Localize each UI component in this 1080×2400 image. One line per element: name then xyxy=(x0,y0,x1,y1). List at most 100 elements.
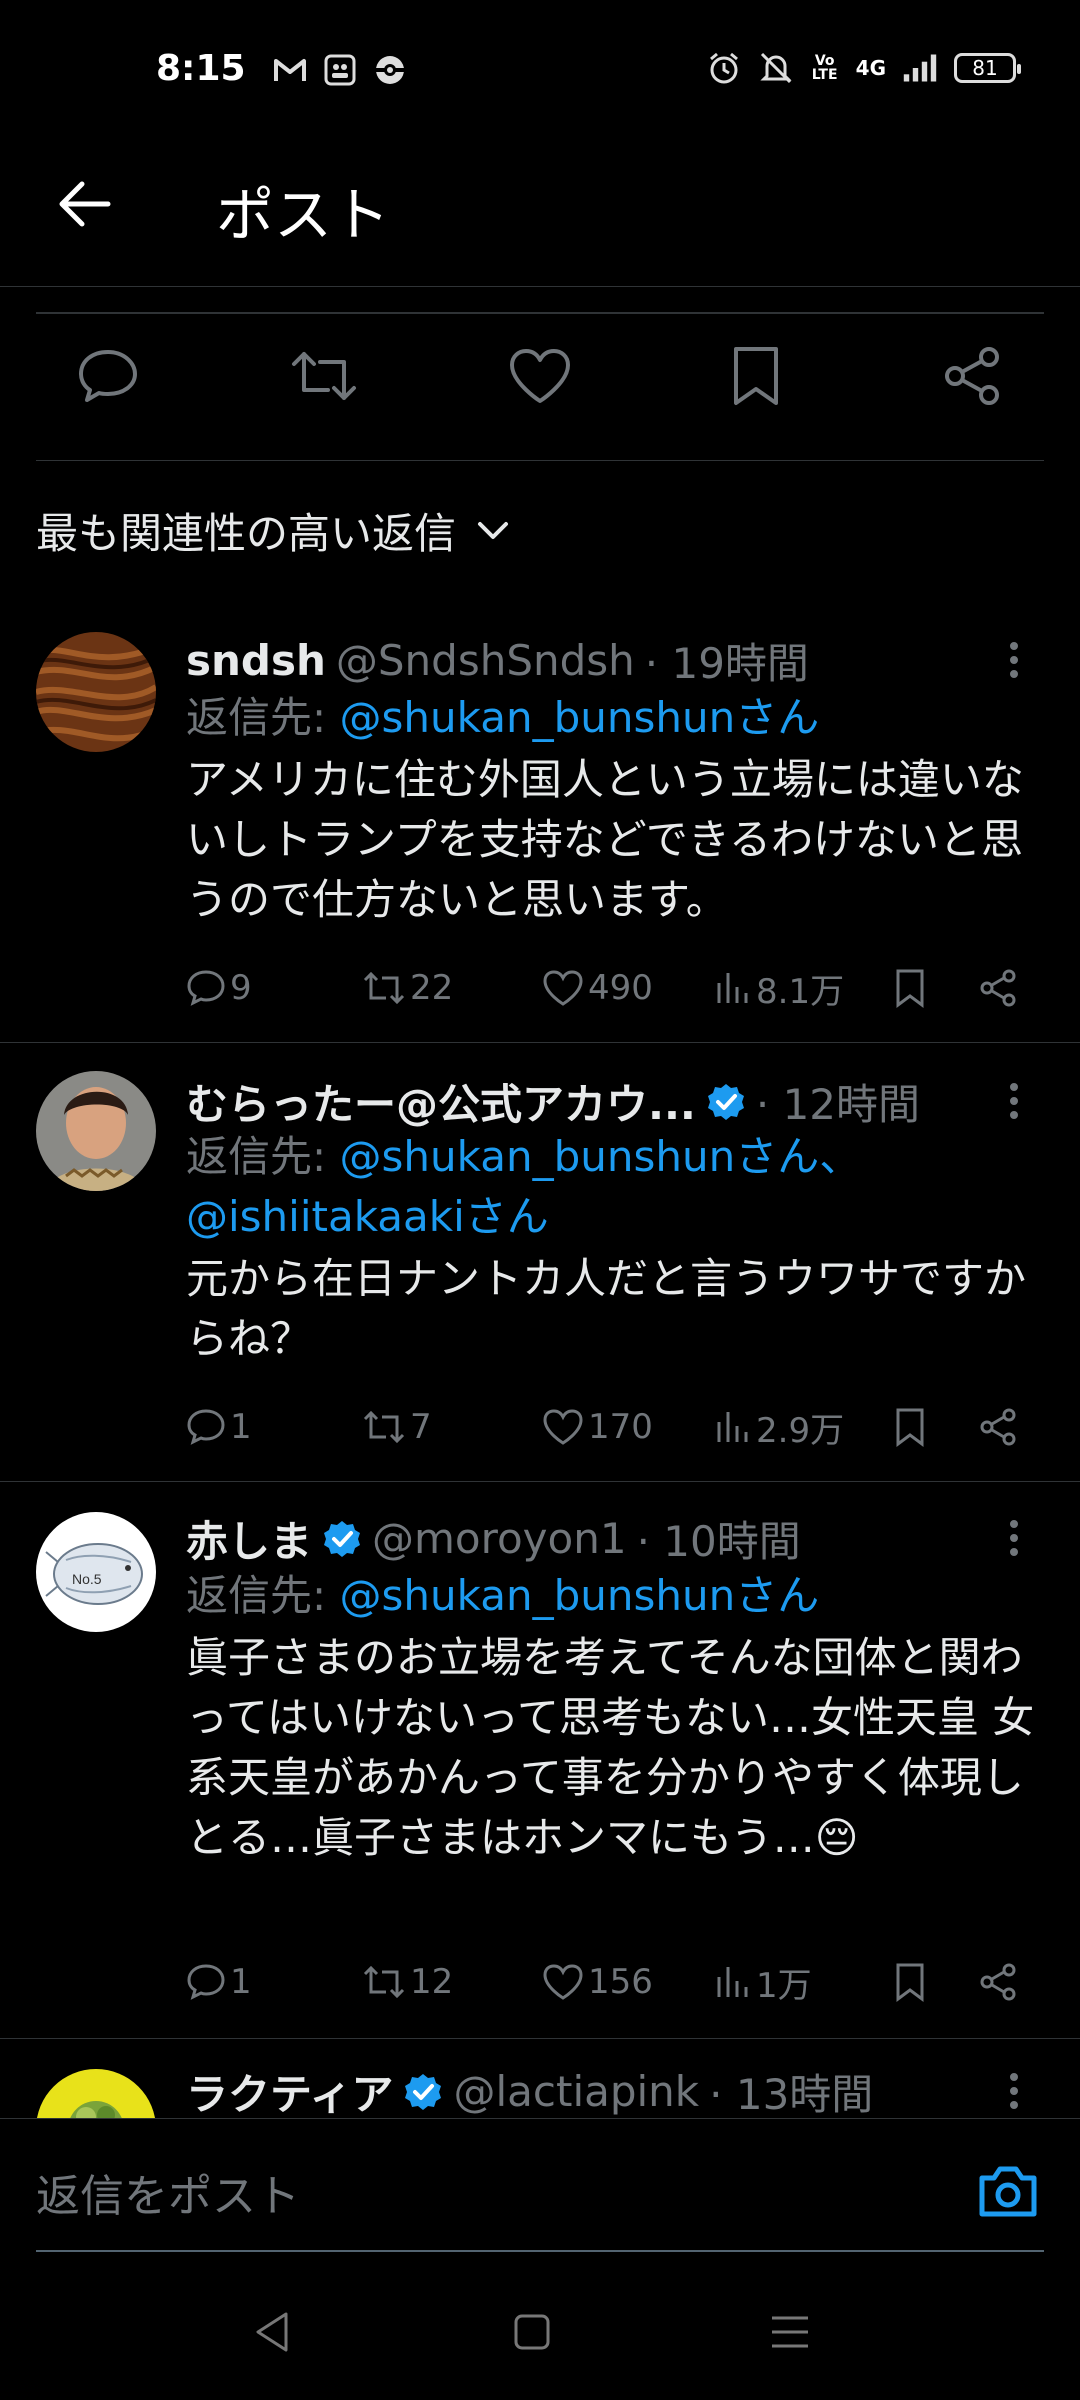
share-button[interactable] xyxy=(978,1407,1018,1447)
like-count-button[interactable]: 170 xyxy=(542,1407,714,1447)
reply-count-button[interactable]: 1 xyxy=(186,1962,362,2002)
like-icon xyxy=(543,1409,583,1445)
retweet-icon xyxy=(292,352,356,400)
view-count-button[interactable]: 8.1万 xyxy=(714,964,894,1013)
reply-count: 1 xyxy=(230,1962,252,2002)
reply-to-line: 返信先: @shukan_bunshunさん xyxy=(186,688,1046,748)
like-count-button[interactable]: 490 xyxy=(542,968,714,1008)
display-name[interactable]: 赤しま xyxy=(186,1508,312,1569)
camera-button[interactable] xyxy=(976,2162,1040,2222)
retweet-button[interactable] xyxy=(288,340,360,412)
reply-input[interactable]: 返信をポスト xyxy=(36,2160,300,2224)
more-vertical-icon xyxy=(1010,2073,1018,2109)
share-button[interactable] xyxy=(936,340,1008,412)
nav-menu-button[interactable] xyxy=(758,2300,822,2364)
retweet-icon xyxy=(363,971,405,1005)
reply-button[interactable] xyxy=(72,340,144,412)
verified-badge-icon xyxy=(706,1082,746,1122)
reply-item[interactable]: sndsh @SndshSndsh · 19時間 返信先: @shukan_bu… xyxy=(0,600,1080,1043)
retweet-count-button[interactable]: 22 xyxy=(362,968,542,1008)
view-count-button[interactable]: 1万 xyxy=(714,1958,894,2007)
views-icon xyxy=(717,1967,748,1997)
like-count-button[interactable]: 156 xyxy=(542,1962,714,2002)
view-count-button[interactable]: 2.9万 xyxy=(714,1403,894,1452)
avatar[interactable] xyxy=(36,632,156,752)
reply-to-link[interactable]: @shukan_bunshunさん、 xyxy=(340,1132,862,1181)
reply-metrics: 1 12 156 1万 xyxy=(186,1952,1026,2012)
volte-icon: Vo LTE xyxy=(811,53,838,83)
avatar[interactable] xyxy=(36,1071,156,1191)
retweet-count-button[interactable]: 12 xyxy=(362,1962,542,2002)
bookmark-button[interactable] xyxy=(720,340,792,412)
retweet-count: 22 xyxy=(410,968,454,1008)
page-title: ポスト xyxy=(216,181,391,249)
views-icon xyxy=(717,1412,748,1442)
display-name[interactable]: むらったー@公式アカウ... xyxy=(186,1071,696,1132)
reply-text: 眞子さまのお立場を考えてそんな団体と関わってはいけないって思考もない…女性天皇 … xyxy=(186,1633,1035,1862)
more-options-button[interactable] xyxy=(994,1071,1034,1131)
bookmark-icon xyxy=(896,1963,924,2002)
reply-to-link[interactable]: @shukan_bunshunさん xyxy=(340,1571,820,1620)
reply-to-prefix: 返信先: xyxy=(186,693,340,742)
back-button[interactable] xyxy=(52,172,116,236)
reply-count: 1 xyxy=(230,1407,252,1447)
reply-to-link[interactable]: @ishiitakaakiさん xyxy=(186,1192,549,1241)
retweet-count-button[interactable]: 7 xyxy=(362,1407,542,1447)
like-count: 170 xyxy=(588,1407,653,1447)
menu-nav-icon xyxy=(772,2316,808,2348)
views-icon xyxy=(717,973,748,1003)
more-options-button[interactable] xyxy=(994,2061,1034,2119)
avatar[interactable] xyxy=(36,2069,156,2119)
bookmark-button[interactable] xyxy=(894,1962,978,2002)
bookmark-icon xyxy=(896,969,924,1008)
reply-sort-label: 最も関連性の高い返信 xyxy=(36,509,457,558)
bookmark-icon xyxy=(896,1408,924,1447)
share-button[interactable] xyxy=(978,1962,1018,2002)
signal-icon xyxy=(902,50,938,86)
reply-sort-dropdown[interactable]: 最も関連性の高い返信 xyxy=(36,500,510,561)
display-name[interactable]: sndsh xyxy=(186,636,326,685)
battery-indicator: 81 xyxy=(954,53,1021,83)
share-button[interactable] xyxy=(978,968,1018,1008)
status-left-icons xyxy=(272,52,408,88)
reply-text: アメリカに住む外国人という立場には違いないしトランプを支持などできるわけないと思… xyxy=(186,755,1024,924)
reply-item[interactable]: No.5 赤しま @moroyon1 · 10時間 返信先: @shukan_b… xyxy=(0,1482,1080,2039)
retweet-icon xyxy=(363,1965,405,1999)
reply-text: 元から在日ナントカ人だと言うウワサですからね？ xyxy=(186,1254,1027,1363)
top-bar xyxy=(0,140,1080,287)
reply-metrics: 9 22 490 8.1万 xyxy=(186,958,1026,1018)
share-icon xyxy=(945,347,999,405)
reply-to-link[interactable]: @shukan_bunshunさん xyxy=(340,693,820,742)
user-handle[interactable]: @moroyon1 xyxy=(372,1514,627,1563)
bookmark-icon xyxy=(734,347,778,405)
reply-count-button[interactable]: 1 xyxy=(186,1407,362,1447)
avatar[interactable]: No.5 xyxy=(36,1512,156,1632)
view-count: 2.9万 xyxy=(756,1410,845,1451)
reply-item[interactable]: むらったー@公式アカウ... · 12時間 返信先: @shukan_bunsh… xyxy=(0,1043,1080,1482)
nav-back-button[interactable] xyxy=(240,2300,304,2364)
post-time: · 19時間 xyxy=(644,639,809,688)
user-handle[interactable]: @SndshSndsh xyxy=(336,636,635,685)
like-button[interactable] xyxy=(504,340,576,412)
like-count: 490 xyxy=(588,968,653,1008)
reply-to-prefix: 返信先: xyxy=(186,1571,340,1620)
status-right-icons: Vo LTE 4G 81 xyxy=(706,50,1021,86)
bookmark-button[interactable] xyxy=(894,1407,978,1447)
input-underline xyxy=(36,2250,1044,2252)
display-name[interactable]: ラクティア xyxy=(186,2061,393,2119)
more-options-button[interactable] xyxy=(994,630,1034,690)
post-time: · 12時間 xyxy=(755,1080,921,1129)
reply-count-button[interactable]: 9 xyxy=(186,968,362,1008)
share-icon xyxy=(980,1963,1016,2001)
gmail-icon xyxy=(272,52,308,88)
more-vertical-icon xyxy=(1010,642,1018,678)
nav-home-button[interactable] xyxy=(500,2300,564,2364)
reply-item[interactable]: ラクティア @lactiapink · 13時間 xyxy=(0,2039,1080,2119)
avatar-label: No.5 xyxy=(72,1571,102,1587)
more-options-button[interactable] xyxy=(994,1508,1034,1568)
reply-to-line: 返信先: @shukan_bunshunさん xyxy=(186,1566,1046,1626)
verified-badge-icon xyxy=(322,1519,362,1559)
bookmark-button[interactable] xyxy=(894,968,978,1008)
reply-icon xyxy=(187,1409,225,1445)
user-handle[interactable]: @lactiapink xyxy=(453,2067,699,2116)
